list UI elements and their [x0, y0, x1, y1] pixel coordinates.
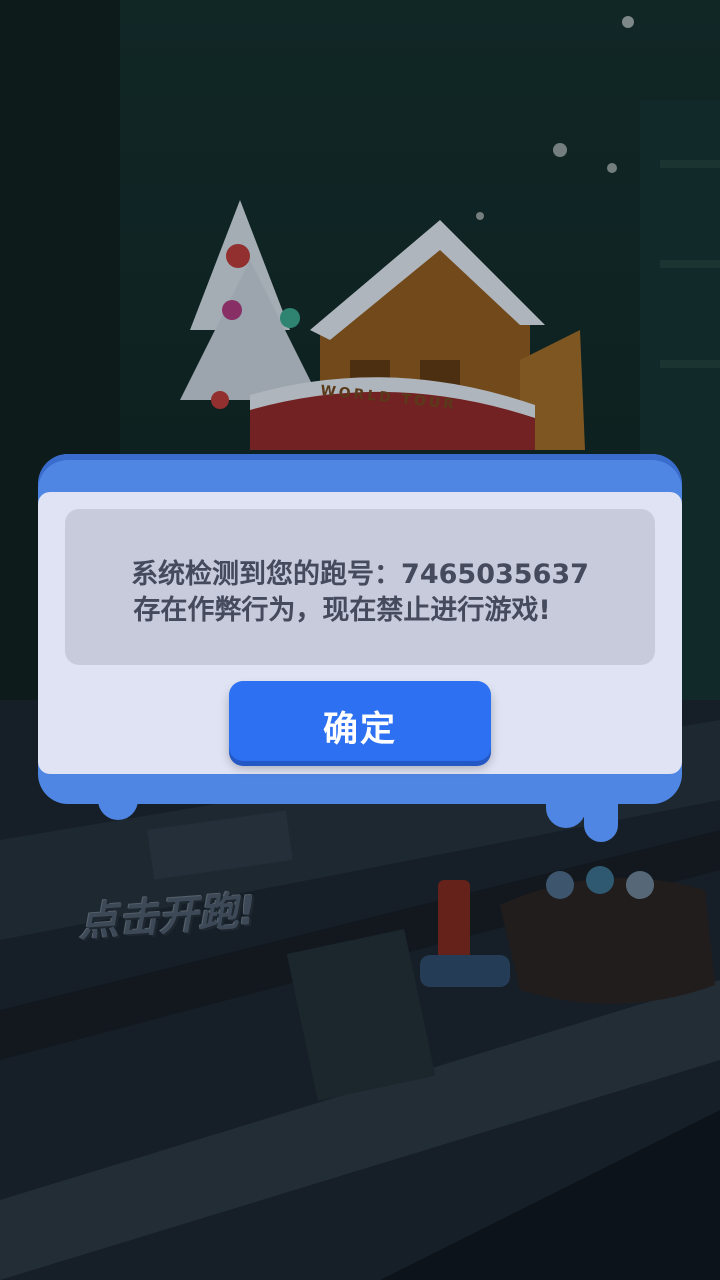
- message-line-2: 存在作弊行为，现在禁止进行游戏!: [133, 595, 551, 626]
- confirm-button-label: 确定: [322, 710, 397, 750]
- frame-drip: [584, 794, 618, 842]
- message-box: 系统检测到您的跑号：7465035637 存在作弊行为，现在禁止进行游戏!: [65, 509, 655, 665]
- confirm-button[interactable]: 确定: [229, 681, 491, 761]
- dialog-panel: 系统检测到您的跑号：7465035637 存在作弊行为，现在禁止进行游戏! 确定: [38, 492, 682, 774]
- tap-to-run-hint[interactable]: 点击开跑!: [76, 878, 258, 948]
- message-line-1: 系统检测到您的跑号：7465035637: [131, 559, 589, 590]
- cheat-ban-dialog: 系统检测到您的跑号：7465035637 存在作弊行为，现在禁止进行游戏! 确定: [38, 454, 682, 842]
